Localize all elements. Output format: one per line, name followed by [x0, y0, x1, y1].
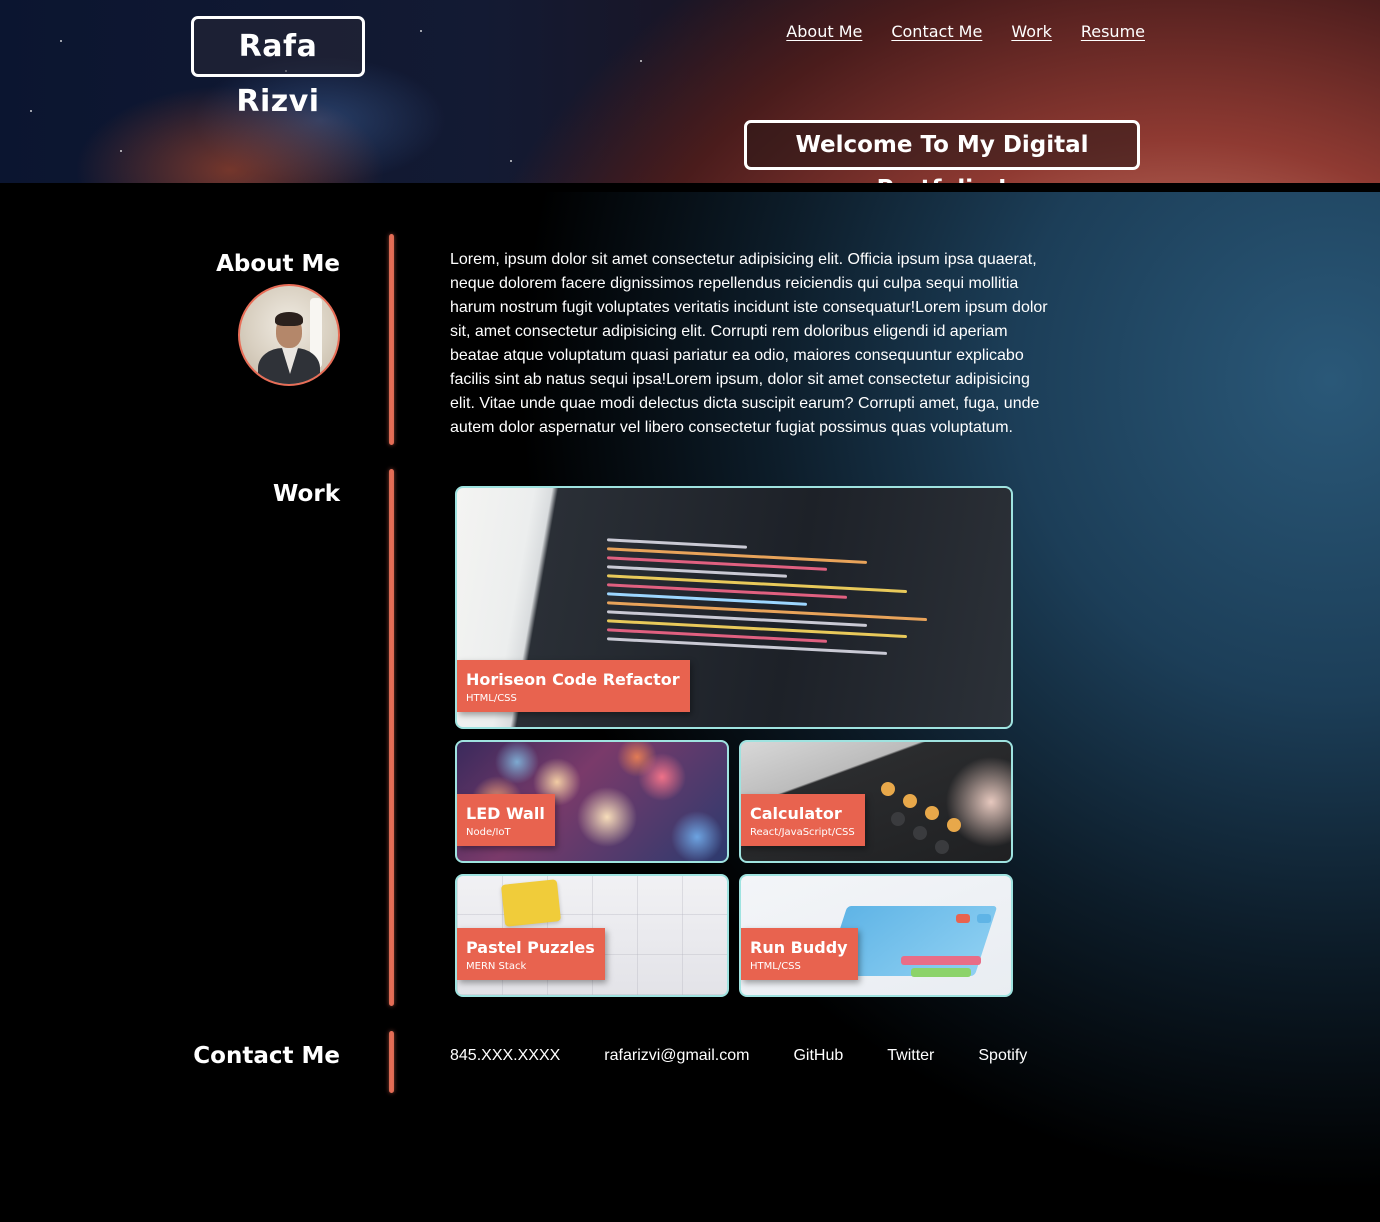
project-label: Run Buddy HTML/CSS: [741, 928, 858, 980]
calc-key-decoration: [913, 826, 927, 840]
project-label: LED Wall Node/IoT: [457, 794, 555, 846]
project-tech: MERN Stack: [466, 961, 527, 972]
project-tech: HTML/CSS: [750, 961, 801, 972]
star-decoration: [60, 40, 62, 42]
calc-key-decoration: [947, 818, 961, 832]
puzzle-piece-decoration: [500, 879, 562, 927]
project-tech: React/JavaScript/CSS: [750, 827, 855, 838]
calc-key-decoration: [935, 840, 949, 854]
project-card-run-buddy[interactable]: Run Buddy HTML/CSS: [739, 874, 1013, 997]
star-decoration: [420, 30, 422, 32]
calc-key-decoration: [881, 782, 895, 796]
project-card-calculator[interactable]: Calculator React/JavaScript/CSS: [739, 740, 1013, 863]
project-title: Pastel Puzzles: [466, 938, 595, 957]
project-tech: Node/IoT: [466, 827, 511, 838]
bar-decoration: [901, 956, 981, 965]
calc-key-decoration: [891, 812, 905, 826]
nav-link-work[interactable]: Work: [1011, 22, 1052, 41]
contact-github-link[interactable]: GitHub: [793, 1047, 843, 1065]
star-decoration: [640, 60, 642, 62]
bar-decoration: [911, 968, 971, 977]
star-decoration: [30, 110, 32, 112]
bar-decoration: [956, 914, 970, 923]
project-title: Horiseon Code Refactor: [466, 670, 680, 689]
project-card-pastel-puzzles[interactable]: Pastel Puzzles MERN Stack: [455, 874, 729, 997]
about-text: Lorem, ipsum dolor sit amet consectetur …: [450, 251, 1048, 436]
welcome-banner: Welcome To My Digital Portfolio !: [744, 120, 1140, 192]
star-decoration: [120, 150, 122, 152]
project-tech: HTML/CSS: [466, 693, 517, 704]
about-heading: About Me: [216, 251, 340, 277]
contact-heading: Contact Me: [193, 1043, 340, 1069]
contact-twitter-link[interactable]: Twitter: [887, 1047, 934, 1065]
contact-divider: [389, 1031, 394, 1093]
nav-link-resume[interactable]: Resume: [1081, 22, 1145, 41]
work-divider: [389, 469, 394, 1006]
hero-header: Rafa Rizvi About Me Contact Me Work Resu…: [0, 0, 1380, 192]
contact-email[interactable]: rafarizvi@gmail.com: [604, 1047, 749, 1065]
calc-key-decoration: [925, 806, 939, 820]
main-nav: About Me Contact Me Work Resume: [786, 22, 1145, 41]
nav-link-contact-me[interactable]: Contact Me: [891, 22, 982, 41]
work-heading: Work: [273, 481, 340, 507]
brand-logo[interactable]: Rafa Rizvi: [191, 16, 365, 119]
project-label: Calculator React/JavaScript/CSS: [741, 794, 865, 846]
calc-key-decoration: [903, 794, 917, 808]
project-label: Horiseon Code Refactor HTML/CSS: [457, 660, 690, 712]
contact-phone[interactable]: 845.XXX.XXXX: [450, 1047, 560, 1065]
contact-spotify-link[interactable]: Spotify: [978, 1047, 1027, 1065]
nav-link-about-me[interactable]: About Me: [786, 22, 862, 41]
project-card-horiseon[interactable]: Horiseon Code Refactor HTML/CSS: [455, 486, 1013, 729]
project-title: LED Wall: [466, 804, 545, 823]
about-divider: [389, 234, 394, 445]
project-label: Pastel Puzzles MERN Stack: [457, 928, 605, 980]
bar-decoration: [977, 914, 991, 923]
project-card-led-wall[interactable]: LED Wall Node/IoT: [455, 740, 729, 863]
contact-list: 845.XXX.XXXX rafarizvi@gmail.com GitHub …: [450, 1047, 1027, 1065]
project-title: Run Buddy: [750, 938, 848, 957]
star-decoration: [510, 160, 512, 162]
project-title: Calculator: [750, 804, 842, 823]
profile-avatar: [238, 284, 340, 386]
